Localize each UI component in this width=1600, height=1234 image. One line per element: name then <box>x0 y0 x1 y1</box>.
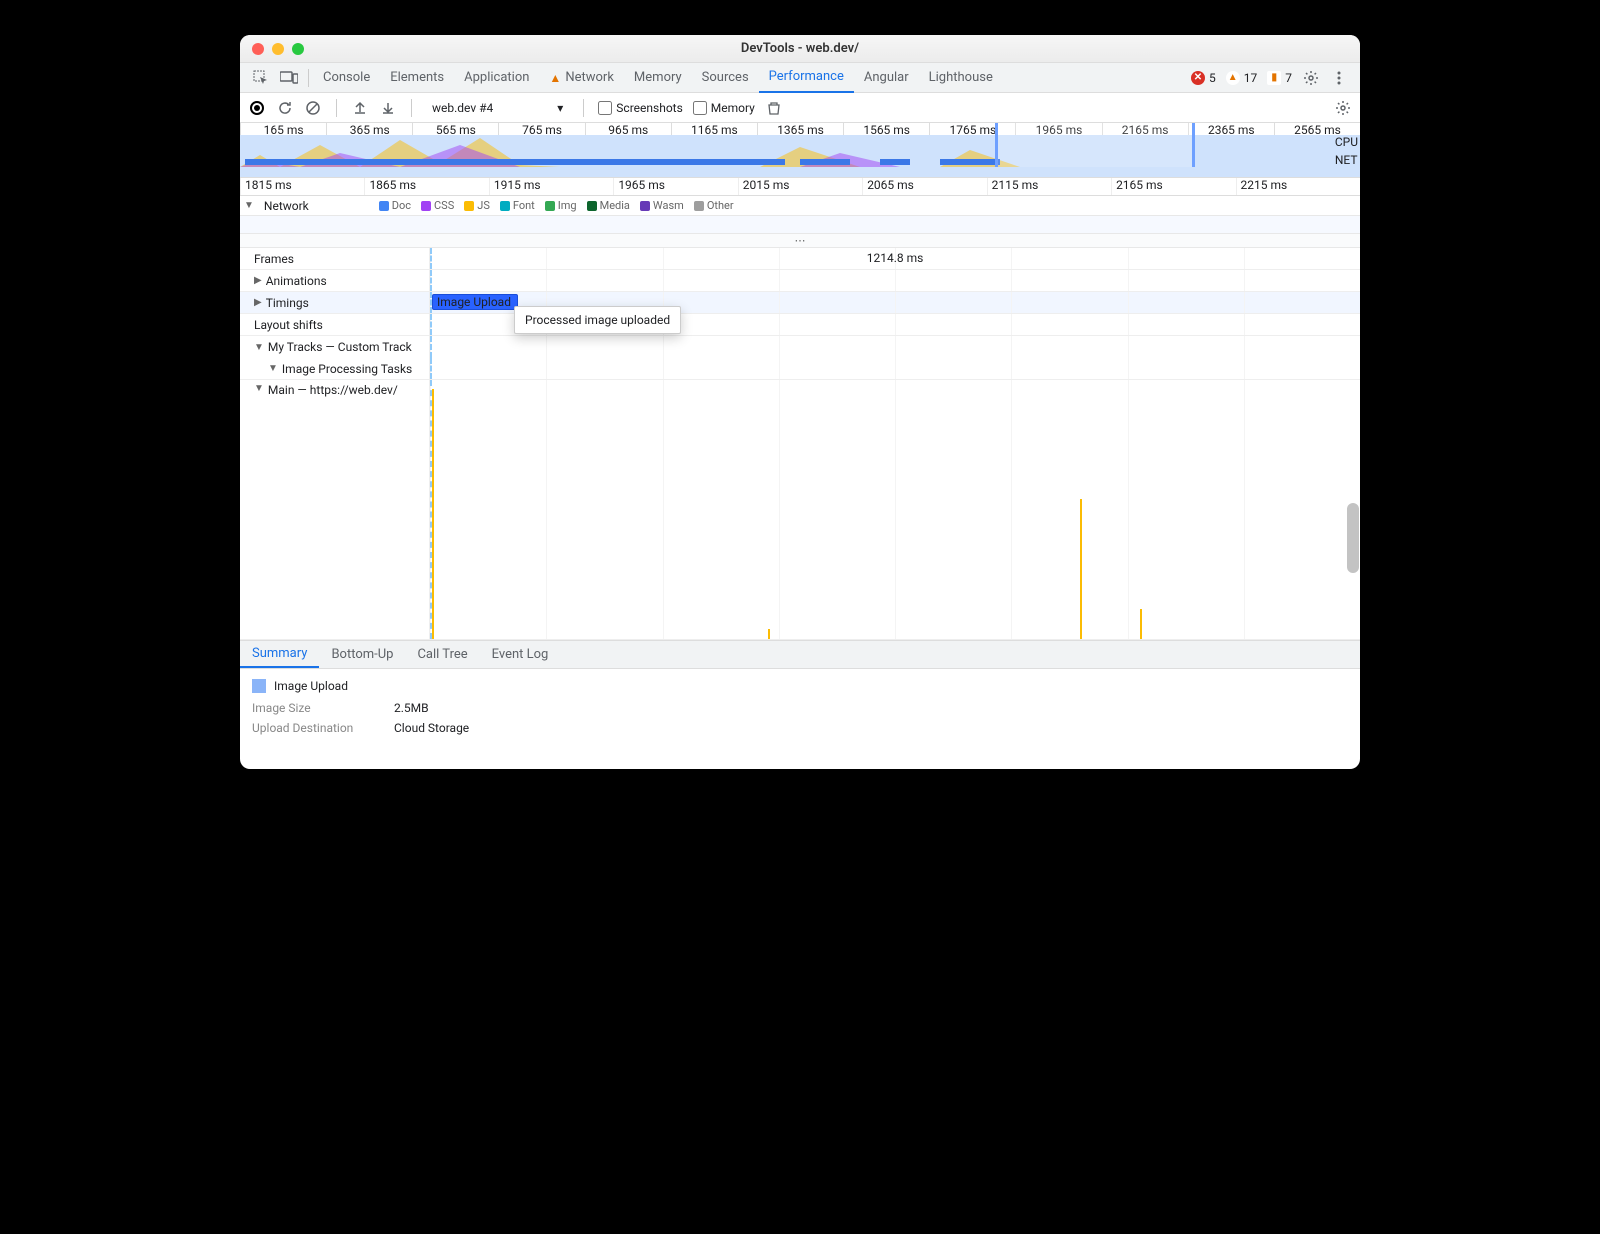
net-label: NET <box>1335 153 1358 167</box>
summary-panel: Image Upload Image Size2.5MBUpload Desti… <box>240 669 1360 769</box>
window-title: DevTools - web.dev/ <box>240 41 1360 56</box>
summary-title: Image Upload <box>274 679 348 693</box>
capture-settings-icon[interactable] <box>1334 99 1352 117</box>
reload-button[interactable] <box>276 99 294 117</box>
device-toggle-icon[interactable] <box>280 69 298 87</box>
frames-track[interactable]: Frames 1214.8 ms <box>240 248 1360 270</box>
details-tab-call-tree[interactable]: Call Tree <box>405 641 479 668</box>
tab-elements[interactable]: Elements <box>380 63 454 93</box>
details-tabs: SummaryBottom-UpCall TreeEvent Log <box>240 641 1360 669</box>
details-tab-summary[interactable]: Summary <box>240 641 319 668</box>
flamechart[interactable]: Frames 1214.8 ms ▶Animations ▶Timings Im… <box>240 248 1360 641</box>
details-tab-bottom-up[interactable]: Bottom-Up <box>319 641 405 668</box>
record-button[interactable] <box>248 99 266 117</box>
inspect-icon[interactable] <box>252 69 270 87</box>
details-tab-event-log[interactable]: Event Log <box>480 641 561 668</box>
ext-badge[interactable]: ▮7 <box>1267 71 1292 85</box>
screenshots-checkbox[interactable]: Screenshots <box>598 101 682 115</box>
custom-track-child[interactable]: ▼Image Processing Tasks <box>240 358 1360 380</box>
profile-select[interactable]: web.dev #4▾ <box>426 99 569 117</box>
main-track[interactable]: ▼Main — https://web.dev/ <box>240 380 1360 640</box>
time-ruler[interactable]: 1815 ms1865 ms1915 ms1965 ms2015 ms2065 … <box>240 178 1360 196</box>
perf-toolbar: web.dev #4▾ Screenshots Memory <box>240 93 1360 123</box>
tab-lighthouse[interactable]: Lighthouse <box>919 63 1003 93</box>
maximize-window[interactable] <box>292 43 304 55</box>
cpu-label: CPU <box>1335 135 1358 149</box>
settings-icon[interactable] <box>1302 69 1320 87</box>
close-window[interactable] <box>252 43 264 55</box>
memory-checkbox[interactable]: Memory <box>693 101 755 115</box>
frame-duration: 1214.8 ms <box>867 251 924 265</box>
error-badge[interactable]: ✕5 <box>1191 71 1216 85</box>
download-button[interactable] <box>379 99 397 117</box>
overview[interactable]: 165 ms365 ms565 ms765 ms965 ms1165 ms136… <box>240 123 1360 178</box>
more-icon[interactable] <box>1330 69 1348 87</box>
timing-event[interactable]: Image Upload <box>432 294 518 310</box>
timings-track[interactable]: ▶Timings Image Upload Processed image up… <box>240 292 1360 314</box>
gc-button[interactable] <box>765 99 783 117</box>
tab-console[interactable]: Console <box>313 63 380 93</box>
tab-performance[interactable]: Performance <box>759 63 854 93</box>
clear-button[interactable] <box>304 99 322 117</box>
tab-sources[interactable]: Sources <box>692 63 759 93</box>
tooltip: Processed image uploaded <box>514 306 681 334</box>
minimize-window[interactable] <box>272 43 284 55</box>
animations-track[interactable]: ▶Animations <box>240 270 1360 292</box>
tab-application[interactable]: Application <box>454 63 539 93</box>
network-legend: ▼Network DocCSSJSFontImgMediaWasmOther <box>240 196 1360 216</box>
tab-angular[interactable]: Angular <box>854 63 919 93</box>
warning-badge[interactable]: ▲17 <box>1226 71 1258 85</box>
custom-track[interactable]: ▼My Tracks — Custom Track <box>240 336 1360 358</box>
main-tabs: ConsoleElementsApplication▲ NetworkMemor… <box>240 63 1360 93</box>
upload-button[interactable] <box>351 99 369 117</box>
expand-row[interactable]: ⋯ <box>240 234 1360 248</box>
summary-swatch <box>252 679 266 693</box>
tab-network[interactable]: ▲ Network <box>539 63 624 93</box>
layout-shifts-track[interactable]: Layout shifts <box>240 314 1360 336</box>
tab-memory[interactable]: Memory <box>624 63 692 93</box>
titlebar: DevTools - web.dev/ <box>240 35 1360 63</box>
